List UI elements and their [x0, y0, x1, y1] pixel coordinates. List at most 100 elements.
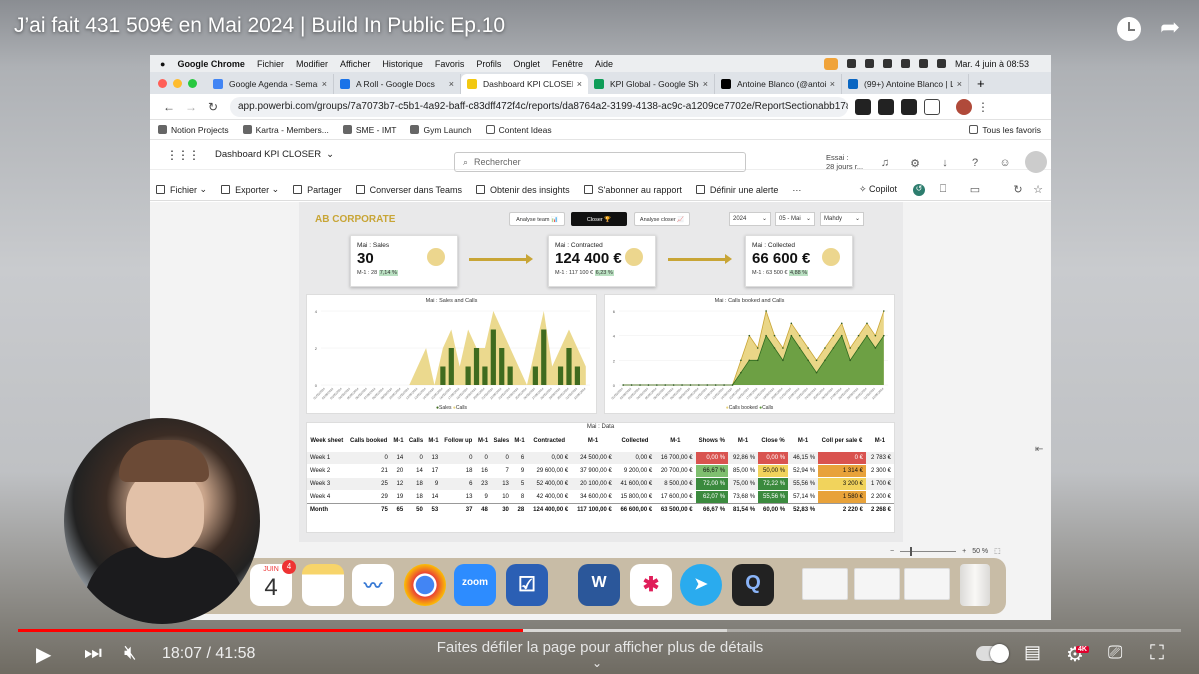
- toolbar-insights[interactable]: Obtenir des insights: [476, 185, 570, 195]
- quicktime-app-icon[interactable]: Q: [732, 564, 774, 606]
- fit-page-icon[interactable]: ⬚: [994, 547, 1001, 555]
- toolbar-teams[interactable]: Converser dans Teams: [355, 185, 462, 195]
- column-header[interactable]: Shows %: [695, 431, 729, 451]
- freeform-app-icon[interactable]: 〰: [352, 564, 394, 606]
- close-tab-icon[interactable]: ×: [449, 79, 454, 89]
- share-icon[interactable]: ➦: [1155, 14, 1185, 44]
- column-header[interactable]: M-1: [475, 431, 491, 451]
- menubar-datetime[interactable]: Mar. 4 juin à 08:53: [955, 59, 1029, 69]
- help-icon[interactable]: ?: [969, 157, 981, 169]
- chart-sales-calls[interactable]: Mai : Sales and Calls 0 2 4 01/05/2024 02/05…: [306, 294, 597, 414]
- zoom-app-icon[interactable]: zoom: [454, 564, 496, 606]
- minimized-window[interactable]: [854, 568, 900, 600]
- forward-icon[interactable]: →: [180, 100, 202, 114]
- extension-icon[interactable]: [901, 98, 917, 115]
- column-header[interactable]: Calls: [406, 431, 426, 451]
- menu-favoris[interactable]: Favoris: [435, 59, 465, 69]
- close-tab-icon[interactable]: ×: [322, 79, 327, 89]
- word-app-icon[interactable]: W: [578, 564, 620, 606]
- wifi-icon[interactable]: [918, 59, 928, 68]
- refresh-icon[interactable]: ↻: [1012, 183, 1024, 196]
- reset-icon[interactable]: ↺: [913, 184, 925, 196]
- minimized-window[interactable]: [904, 568, 950, 600]
- copilot-button[interactable]: ✧ Copilot: [859, 184, 897, 195]
- close-tab-icon[interactable]: ×: [703, 79, 708, 89]
- column-header[interactable]: Calls booked: [346, 431, 391, 451]
- url-field[interactable]: app.powerbi.com/groups/7a7073b7-c5b1-4a9…: [230, 96, 848, 117]
- menu-aide[interactable]: Aide: [595, 59, 613, 69]
- mute-icon[interactable]: 🔇︎: [124, 642, 137, 665]
- column-header[interactable]: Sales: [490, 431, 512, 451]
- zoom-slider[interactable]: [900, 546, 957, 556]
- column-header[interactable]: M-1: [865, 431, 894, 451]
- new-tab-button[interactable]: +: [969, 74, 993, 94]
- notes-app-icon[interactable]: [302, 564, 344, 606]
- column-header[interactable]: Follow up: [441, 431, 476, 451]
- reload-icon[interactable]: ↻: [202, 100, 224, 114]
- bell-icon[interactable]: ♫: [879, 157, 891, 169]
- control-center-icon[interactable]: [936, 59, 946, 68]
- zoom-in-icon[interactable]: +: [962, 548, 966, 555]
- toolbar-fichier[interactable]: Fichier ⌄: [156, 184, 207, 195]
- toolbar-partager[interactable]: Partager: [293, 185, 342, 195]
- watch-later-icon[interactable]: [1114, 14, 1144, 44]
- browser-tab[interactable]: A Roll - Google Docs ×: [334, 74, 461, 94]
- column-header[interactable]: M-1: [511, 431, 528, 451]
- view-icon[interactable]: ▭: [969, 183, 981, 196]
- kpi-card-sales[interactable]: Mai : Sales 30 M-1 : 28 7,14 %: [350, 235, 458, 287]
- report-name[interactable]: Dashboard KPI CLOSER: [215, 149, 321, 160]
- exit-fullscreen-icon[interactable]: ⛶: [1150, 642, 1164, 665]
- column-header[interactable]: M-1: [571, 431, 615, 451]
- column-header[interactable]: Contracted: [527, 431, 572, 451]
- progress-bar[interactable]: [18, 629, 1181, 632]
- column-header[interactable]: Coll per sale €: [818, 431, 866, 451]
- close-tab-icon[interactable]: ×: [957, 79, 962, 89]
- column-header[interactable]: Week sheet: [307, 431, 347, 451]
- play-icon[interactable]: [882, 59, 892, 68]
- minimize-window-icon[interactable]: [173, 78, 182, 88]
- trash-icon[interactable]: [960, 564, 990, 606]
- year-slicer[interactable]: 2024 ⌄: [729, 212, 771, 226]
- toolbar-subscribe[interactable]: S'abonner au rapport: [583, 185, 682, 195]
- column-header[interactable]: M-1: [655, 431, 696, 451]
- play-icon[interactable]: ▶: [36, 642, 51, 667]
- chart-calls-booked[interactable]: Mai : Calls booked and Calls 0 2 4 6 01/05/2…: [604, 294, 895, 414]
- menu-modifier[interactable]: Modifier: [296, 59, 328, 69]
- record-icon[interactable]: [846, 59, 856, 68]
- month-slicer[interactable]: 05 - Mai ⌄: [775, 212, 815, 226]
- chevron-down-icon[interactable]: ⌄: [592, 656, 602, 670]
- telegram-app-icon[interactable]: ➤: [680, 564, 722, 606]
- column-header[interactable]: Collected: [614, 431, 656, 451]
- menu-profils[interactable]: Profils: [476, 59, 501, 69]
- close-tab-icon[interactable]: ×: [830, 79, 835, 89]
- more-menu-icon[interactable]: ⋮: [972, 100, 994, 114]
- status-icon[interactable]: [864, 59, 874, 68]
- microphone-icon[interactable]: [823, 57, 838, 70]
- kpi-card-collected[interactable]: Mai : Collected 66 600 € M-1 : 63 500 € …: [745, 235, 853, 287]
- apple-icon[interactable]: ●: [160, 59, 165, 69]
- menu-historique[interactable]: Historique: [382, 59, 423, 69]
- browser-tab[interactable]: KPI Global - Google Sheets ×: [588, 74, 715, 94]
- tasks-app-icon[interactable]: ☑: [506, 564, 548, 606]
- toolbar-exporter[interactable]: Exporter ⌄: [221, 184, 279, 195]
- extension-icon[interactable]: [855, 98, 871, 115]
- calendar-app-icon[interactable]: JUIN 4 4: [250, 560, 296, 606]
- download-icon[interactable]: ↓: [939, 157, 951, 169]
- extension-icon[interactable]: [878, 98, 894, 115]
- bookmark-item[interactable]: SME - IMT: [342, 125, 396, 135]
- column-header[interactable]: M-1: [390, 431, 407, 451]
- slack-app-icon[interactable]: ✱: [630, 564, 672, 606]
- column-header[interactable]: M-1: [728, 431, 759, 451]
- feedback-icon[interactable]: ☺: [999, 157, 1011, 169]
- search-input[interactable]: ⌕ Rechercher: [454, 152, 746, 172]
- bookmark-item[interactable]: Notion Projects: [158, 125, 229, 135]
- toolbar-more[interactable]: ···: [792, 185, 801, 195]
- data-table-visual[interactable]: Mai : Data Week sheet Calls booked M-1 Call…: [306, 422, 895, 533]
- nav-analyse-team[interactable]: Analyse team 📊: [509, 212, 565, 226]
- nav-analyse-closer[interactable]: Analyse closer 📈: [634, 212, 690, 226]
- battery-icon[interactable]: [900, 59, 910, 68]
- filters-pane-handle[interactable]: ⇤: [1035, 444, 1043, 455]
- profile-icon[interactable]: [956, 98, 972, 115]
- chevron-down-icon[interactable]: ⌄: [326, 149, 334, 160]
- browser-tab[interactable]: Google Agenda - Semaine ×: [207, 74, 334, 94]
